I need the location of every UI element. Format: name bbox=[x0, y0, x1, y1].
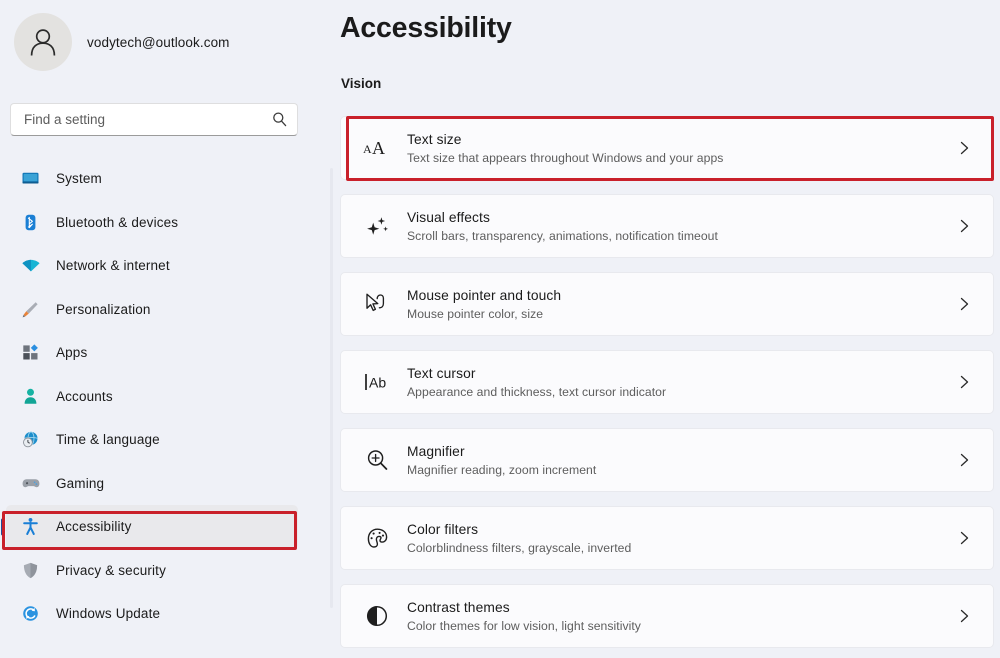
sidebar-item-label: Bluetooth & devices bbox=[56, 214, 179, 230]
settings-window: vodytech@outlook.com Find a setting Syst… bbox=[0, 0, 1000, 658]
chevron-right-icon[interactable] bbox=[953, 296, 975, 312]
card-visual-effects[interactable]: Visual effects Scroll bars, transparency… bbox=[340, 194, 994, 258]
apps-grid-icon bbox=[20, 342, 41, 363]
sidebar-item-label: Gaming bbox=[56, 475, 105, 491]
card-text-block: Contrast themes Color themes for low vis… bbox=[407, 598, 953, 635]
search-icon[interactable] bbox=[270, 111, 288, 128]
sidebar-item-gaming[interactable]: Gaming bbox=[6, 462, 298, 506]
search-box[interactable] bbox=[10, 103, 298, 136]
sidebar-nav: System Bluetooth & devices Network & int… bbox=[0, 157, 334, 636]
card-subtitle: Color themes for low vision, light sensi… bbox=[407, 618, 641, 633]
sidebar-item-label: System bbox=[56, 171, 102, 187]
sidebar-item-label: Personalization bbox=[56, 301, 151, 317]
sidebar-item-accounts[interactable]: Accounts bbox=[6, 375, 298, 419]
main-content: Accessibility Vision A A Text size Text … bbox=[334, 0, 1000, 658]
settings-card-list: A A Text size Text size that appears thr… bbox=[340, 116, 994, 658]
update-refresh-icon bbox=[20, 603, 41, 624]
sidebar-item-bluetooth-devices[interactable]: Bluetooth & devices bbox=[6, 201, 298, 245]
card-subtitle: Mouse pointer color, size bbox=[407, 306, 544, 321]
sidebar-item-apps[interactable]: Apps bbox=[6, 331, 298, 375]
globe-clock-icon bbox=[20, 429, 41, 450]
sidebar-item-accessibility[interactable]: Accessibility bbox=[6, 505, 298, 549]
sidebar-item-privacy-security[interactable]: Privacy & security bbox=[6, 549, 298, 593]
sidebar-item-personalization[interactable]: Personalization bbox=[6, 288, 298, 332]
sidebar-scrollbar[interactable] bbox=[330, 168, 333, 608]
card-text-cursor[interactable]: Ab Text cursor Appearance and thickness,… bbox=[340, 350, 994, 414]
color-palette-icon bbox=[341, 507, 407, 569]
accessibility-person-icon bbox=[20, 516, 41, 537]
text-cursor-icon: Ab bbox=[341, 351, 407, 413]
chevron-right-icon[interactable] bbox=[953, 530, 975, 546]
paintbrush-icon bbox=[20, 299, 41, 320]
svg-text:A: A bbox=[363, 142, 372, 156]
card-text-block: Mouse pointer and touch Mouse pointer co… bbox=[407, 286, 953, 323]
card-title: Contrast themes bbox=[407, 599, 510, 615]
account-row[interactable]: vodytech@outlook.com bbox=[14, 13, 230, 71]
sidebar-item-label: Accounts bbox=[56, 388, 113, 404]
sidebar-item-network-internet[interactable]: Network & internet bbox=[6, 244, 298, 288]
card-title: Visual effects bbox=[407, 209, 490, 225]
card-text-size[interactable]: A A Text size Text size that appears thr… bbox=[340, 116, 994, 180]
chevron-right-icon[interactable] bbox=[953, 218, 975, 234]
card-color-filters[interactable]: Color filters Colorblindness filters, gr… bbox=[340, 506, 994, 570]
sidebar-item-label: Privacy & security bbox=[56, 562, 166, 578]
chevron-right-icon[interactable] bbox=[953, 608, 975, 624]
wifi-icon bbox=[20, 255, 41, 276]
mouse-pointer-icon bbox=[341, 273, 407, 335]
card-title: Magnifier bbox=[407, 443, 465, 459]
sidebar-item-label: Apps bbox=[56, 345, 88, 361]
monitor-icon bbox=[20, 168, 41, 189]
card-text-block: Color filters Colorblindness filters, gr… bbox=[407, 520, 953, 557]
sidebar: vodytech@outlook.com Find a setting Syst… bbox=[0, 0, 334, 658]
card-subtitle: Text size that appears throughout Window… bbox=[407, 150, 724, 165]
sidebar-item-label: Accessibility bbox=[56, 519, 132, 535]
card-title: Text size bbox=[407, 131, 462, 147]
chevron-right-icon[interactable] bbox=[953, 374, 975, 390]
card-text-block: Magnifier Magnifier reading, zoom increm… bbox=[407, 442, 953, 479]
sidebar-item-label: Network & internet bbox=[56, 258, 170, 274]
card-subtitle: Magnifier reading, zoom increment bbox=[407, 462, 597, 477]
bluetooth-icon bbox=[20, 212, 41, 233]
sidebar-item-system[interactable]: System bbox=[6, 157, 298, 201]
sidebar-item-time-language[interactable]: Time & language bbox=[6, 418, 298, 462]
shield-icon bbox=[20, 560, 41, 581]
search-input[interactable] bbox=[24, 104, 270, 135]
contrast-half-circle-icon bbox=[341, 585, 407, 647]
card-subtitle: Appearance and thickness, text cursor in… bbox=[407, 384, 667, 399]
sidebar-item-label: Windows Update bbox=[56, 606, 161, 622]
card-mouse-pointer-touch[interactable]: Mouse pointer and touch Mouse pointer co… bbox=[340, 272, 994, 336]
sparkles-icon bbox=[341, 195, 407, 257]
chevron-right-icon[interactable] bbox=[953, 452, 975, 468]
card-magnifier[interactable]: Magnifier Magnifier reading, zoom increm… bbox=[340, 428, 994, 492]
card-subtitle: Scroll bars, transparency, animations, n… bbox=[407, 228, 718, 243]
svg-text:Ab: Ab bbox=[369, 375, 386, 391]
svg-text:A: A bbox=[372, 138, 385, 158]
chevron-right-icon[interactable] bbox=[953, 140, 975, 156]
card-text-block: Visual effects Scroll bars, transparency… bbox=[407, 208, 953, 245]
card-title: Mouse pointer and touch bbox=[407, 287, 562, 303]
avatar bbox=[14, 13, 72, 71]
magnifier-plus-icon bbox=[341, 429, 407, 491]
person-avatar-icon bbox=[30, 29, 56, 56]
sidebar-item-label: Time & language bbox=[56, 432, 160, 448]
text-size-aa-icon: A A bbox=[341, 117, 407, 179]
card-title: Color filters bbox=[407, 521, 479, 537]
person-icon bbox=[20, 386, 41, 407]
card-title: Text cursor bbox=[407, 365, 476, 381]
page-title: Accessibility bbox=[340, 12, 512, 44]
card-text-block: Text size Text size that appears through… bbox=[407, 130, 953, 167]
card-contrast-themes[interactable]: Contrast themes Color themes for low vis… bbox=[340, 584, 994, 648]
account-email: vodytech@outlook.com bbox=[87, 34, 230, 50]
card-subtitle: Colorblindness filters, grayscale, inver… bbox=[407, 540, 632, 555]
card-text-block: Text cursor Appearance and thickness, te… bbox=[407, 364, 953, 401]
gamepad-icon bbox=[20, 473, 41, 494]
sidebar-item-windows-update[interactable]: Windows Update bbox=[6, 592, 298, 636]
section-header-vision: Vision bbox=[341, 76, 382, 91]
